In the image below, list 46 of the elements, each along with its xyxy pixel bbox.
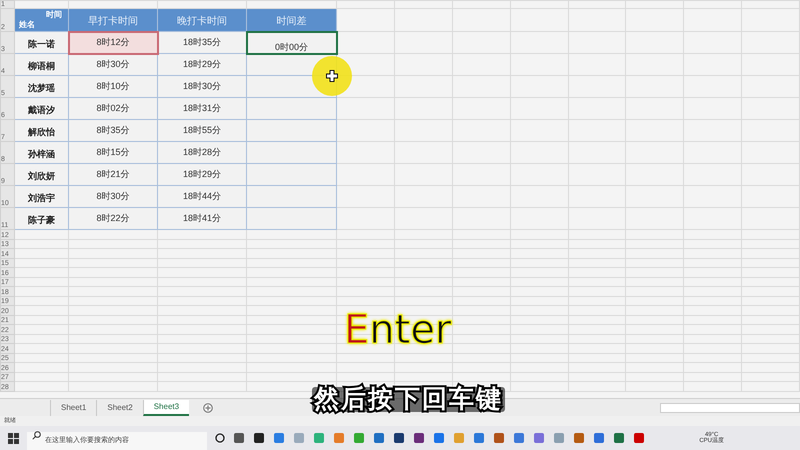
name-cell: 刘欣妍 — [28, 170, 55, 180]
diagonal-header-cell: 时间 姓名 — [14, 8, 68, 32]
key-caption: Enter — [344, 310, 452, 350]
app-icon[interactable] — [233, 432, 245, 444]
table-cell: 18时55分 — [182, 125, 222, 135]
name-cell: 沈梦瑶 — [28, 82, 55, 92]
sheet-tab[interactable]: Sheet3 — [142, 400, 190, 416]
table-cell: 18时29分 — [182, 59, 222, 69]
add-sheet-icon[interactable] — [203, 403, 214, 414]
name-cell: 孙梓涵 — [28, 148, 55, 158]
column-header: 晚打卡时间 — [177, 16, 227, 27]
horizontal-scrollbar[interactable] — [660, 403, 800, 414]
table-cell: 18时30分 — [182, 81, 222, 91]
name-cell: 陈子豪 — [28, 214, 55, 224]
plus-cursor-icon — [326, 70, 338, 82]
table-cell: 8时35分 — [96, 125, 130, 135]
table-cell: 8时15分 — [96, 147, 130, 157]
table-cell: 8时10分 — [96, 81, 130, 91]
selected-cell[interactable]: 0时00分 — [246, 32, 336, 54]
table-cell: 18时35分 — [182, 37, 222, 47]
table-cell: 8时21分 — [96, 169, 130, 179]
name-cell: 刘浩宇 — [28, 192, 55, 202]
table-cell: 18时31分 — [182, 103, 222, 113]
name-cell: 戴语汐 — [28, 104, 55, 114]
referenced-cell[interactable]: 8时12分 — [68, 32, 158, 54]
table-cell: 8时30分 — [96, 191, 130, 201]
table-cell: 8时30分 — [96, 59, 130, 70]
table-cell: 18时29分 — [182, 169, 222, 179]
app-icon[interactable] — [253, 432, 265, 444]
table-cell: 0时00分 — [274, 42, 308, 52]
table-cell: 8时02分 — [96, 103, 130, 113]
app-icon[interactable] — [413, 432, 425, 444]
name-cell: 解欣怡 — [28, 126, 55, 136]
name-cell: 陈一诺 — [28, 38, 55, 48]
windows-icon[interactable] — [8, 432, 19, 444]
table-cell: 8时22分 — [96, 213, 130, 223]
table-cell: 18时28分 — [182, 147, 222, 157]
table-cell: 8时12分 — [96, 37, 130, 47]
circle-icon[interactable] — [215, 433, 225, 443]
search-icon — [32, 430, 41, 440]
column-header: 早打卡时间 — [88, 16, 138, 27]
name-cell: 柳语桐 — [28, 60, 55, 70]
table-cell: 18时44分 — [182, 191, 222, 201]
column-header: 时间差 — [276, 16, 306, 27]
table-cell: 18时41分 — [182, 213, 222, 223]
app-icon[interactable] — [393, 432, 405, 444]
